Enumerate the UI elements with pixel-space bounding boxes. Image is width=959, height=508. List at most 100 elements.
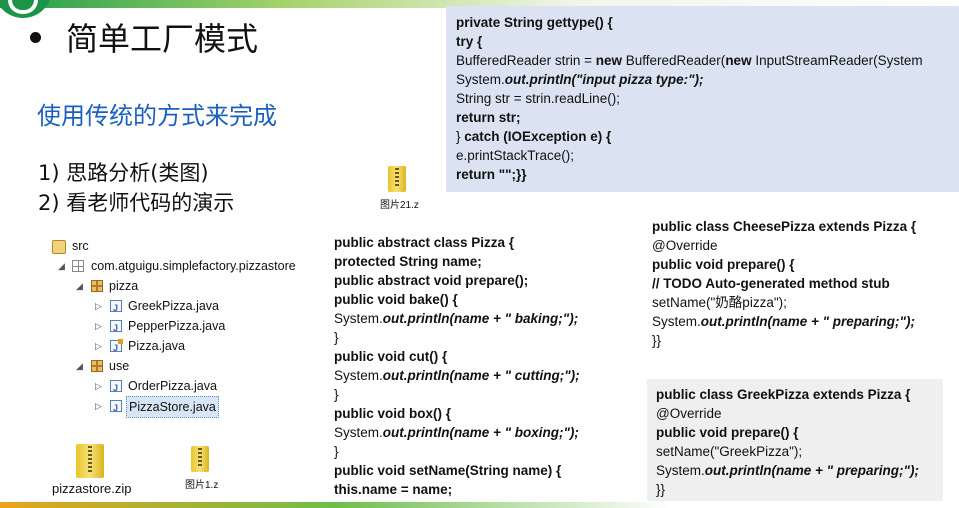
package-icon xyxy=(91,280,103,292)
code-line: } xyxy=(334,328,634,347)
code-line: return "";}} xyxy=(456,165,959,184)
code-token: public void box() { xyxy=(334,406,451,421)
code-token: System. xyxy=(652,314,701,329)
code-token: String str = strin.readLine(); xyxy=(456,91,620,106)
attachment-label[interactable]: 图片21.z xyxy=(380,196,419,211)
code-token: return "";}} xyxy=(456,167,527,182)
code-token: out.println(name + " preparing;"); xyxy=(704,463,919,478)
code-line: public void setName(String name) { xyxy=(334,461,634,480)
code-token: BufferedReader strin = xyxy=(456,53,596,68)
expand-arrow-icon[interactable]: ◢ xyxy=(76,276,83,296)
code-token: setName("奶酪pizza"); xyxy=(652,295,787,310)
zip-icon xyxy=(388,166,406,192)
code-token: public void cut() { xyxy=(334,349,448,364)
code-token: System. xyxy=(334,425,383,440)
code-line: this.name = name; xyxy=(334,480,634,499)
code-token: public class GreekPizza extends Pizza { xyxy=(656,387,911,402)
code-line: private String gettype() { xyxy=(456,13,959,32)
logo-mark xyxy=(0,0,52,18)
code-line: public abstract class Pizza { xyxy=(334,233,634,252)
code-line: try { xyxy=(456,32,959,51)
code-token: out.println(name + " baking;"); xyxy=(382,311,579,326)
step-item: 2) 看老师代码的演示 xyxy=(38,191,235,215)
collapse-arrow-icon[interactable]: ▷ xyxy=(95,336,102,356)
slide-title: 简单工厂模式 xyxy=(66,20,259,58)
collapse-arrow-icon[interactable]: ▷ xyxy=(95,376,102,396)
collapse-arrow-icon[interactable]: ▷ xyxy=(95,396,102,416)
code-line: @Override xyxy=(652,236,959,255)
code-token: out.println(name + " boxing;"); xyxy=(382,425,579,440)
code-line: System.out.println(name + " preparing;")… xyxy=(656,461,943,480)
abstract-java-file-icon xyxy=(110,338,123,358)
code-token: public abstract class Pizza { xyxy=(334,235,515,250)
code-token: BufferedReader( xyxy=(621,53,726,68)
code-token: // TODO Auto-generated method stub xyxy=(652,276,890,291)
zip-file-icon[interactable] xyxy=(388,166,406,192)
bullet-dot xyxy=(30,32,41,43)
java-file-icon xyxy=(110,398,122,418)
code-token: System. xyxy=(334,311,383,326)
code-line: setName("GreekPizza"); xyxy=(656,442,943,461)
code-token: catch (IOException e) { xyxy=(464,129,612,144)
code-token: public void setName(String name) { xyxy=(334,463,562,478)
code-line: BufferedReader strin = new BufferedReade… xyxy=(456,51,959,70)
java-file-icon xyxy=(110,318,122,338)
code-line: }} xyxy=(656,480,943,499)
code-token: setName("GreekPizza"); xyxy=(656,444,803,459)
code-line: public void bake() { xyxy=(334,290,634,309)
zip-file-icon[interactable] xyxy=(191,446,209,472)
greek-pizza-code-block: public class GreekPizza extends Pizza { @… xyxy=(647,379,943,501)
code-token: try { xyxy=(456,34,483,49)
code-line: System.out.println(name + " preparing;")… xyxy=(652,312,959,331)
code-token: protected String name; xyxy=(334,254,482,269)
code-line: @Override xyxy=(656,404,943,423)
step-item: 1) 思路分析(类图) xyxy=(38,161,209,185)
code-line: protected String name; xyxy=(334,252,634,271)
code-token: } xyxy=(334,444,339,459)
collapse-arrow-icon[interactable]: ▷ xyxy=(95,296,102,316)
code-token: }} xyxy=(652,333,662,348)
code-token: InputStreamReader(System xyxy=(751,53,923,68)
code-token: new xyxy=(725,53,752,68)
code-line: } xyxy=(334,442,634,461)
code-token: this.name = name; xyxy=(334,482,453,497)
zip-icon xyxy=(76,444,104,478)
code-token: System. xyxy=(656,463,705,478)
code-token: System. xyxy=(334,368,383,383)
code-line: public void prepare() { xyxy=(652,255,959,274)
code-token: public void bake() { xyxy=(334,292,458,307)
code-line: System.out.println(name + " boxing;"); xyxy=(334,423,634,442)
code-line: public void box() { xyxy=(334,404,634,423)
expand-arrow-icon[interactable]: ◢ xyxy=(58,256,65,276)
code-token: public class CheesePizza extends Pizza { xyxy=(652,219,917,234)
code-token: out.println(name + " cutting;"); xyxy=(382,368,580,383)
code-token: @Override xyxy=(656,406,722,421)
code-token: e.printStackTrace(); xyxy=(456,148,575,163)
code-token: } xyxy=(334,330,339,345)
source-folder-icon xyxy=(52,240,66,254)
attachment-label[interactable]: 图片1.z xyxy=(185,476,218,491)
code-line: // TODO Auto-generated method stub xyxy=(652,274,959,293)
code-line: } catch (IOException e) { xyxy=(456,127,959,146)
package-icon xyxy=(72,260,84,272)
code-token: public void prepare() { xyxy=(656,425,799,440)
code-line: setName("奶酪pizza"); xyxy=(652,293,959,312)
gettype-code-block: private String gettype() { try { BufferedR… xyxy=(446,6,959,192)
steps-list: 1) 思路分析(类图) 2) 看老师代码的演示 xyxy=(38,158,234,218)
code-token: out.println(name + " preparing;"); xyxy=(700,314,915,329)
collapse-arrow-icon[interactable]: ▷ xyxy=(95,316,102,336)
code-token: @Override xyxy=(652,238,718,253)
code-line: return str; xyxy=(456,108,959,127)
code-token: }} xyxy=(656,482,666,497)
package-icon xyxy=(91,360,103,372)
code-line: public abstract void prepare(); xyxy=(334,271,634,290)
code-token: private String gettype() { xyxy=(456,15,613,30)
java-file-icon xyxy=(110,298,122,318)
bottom-decoration-bar xyxy=(0,502,959,508)
attachment-label[interactable]: pizzastore.zip xyxy=(52,481,131,496)
code-line: } xyxy=(334,385,634,404)
code-token: System. xyxy=(456,72,505,87)
expand-arrow-icon[interactable]: ◢ xyxy=(76,356,83,376)
zip-file-icon[interactable] xyxy=(76,444,104,478)
code-line: public void prepare() { xyxy=(656,423,943,442)
